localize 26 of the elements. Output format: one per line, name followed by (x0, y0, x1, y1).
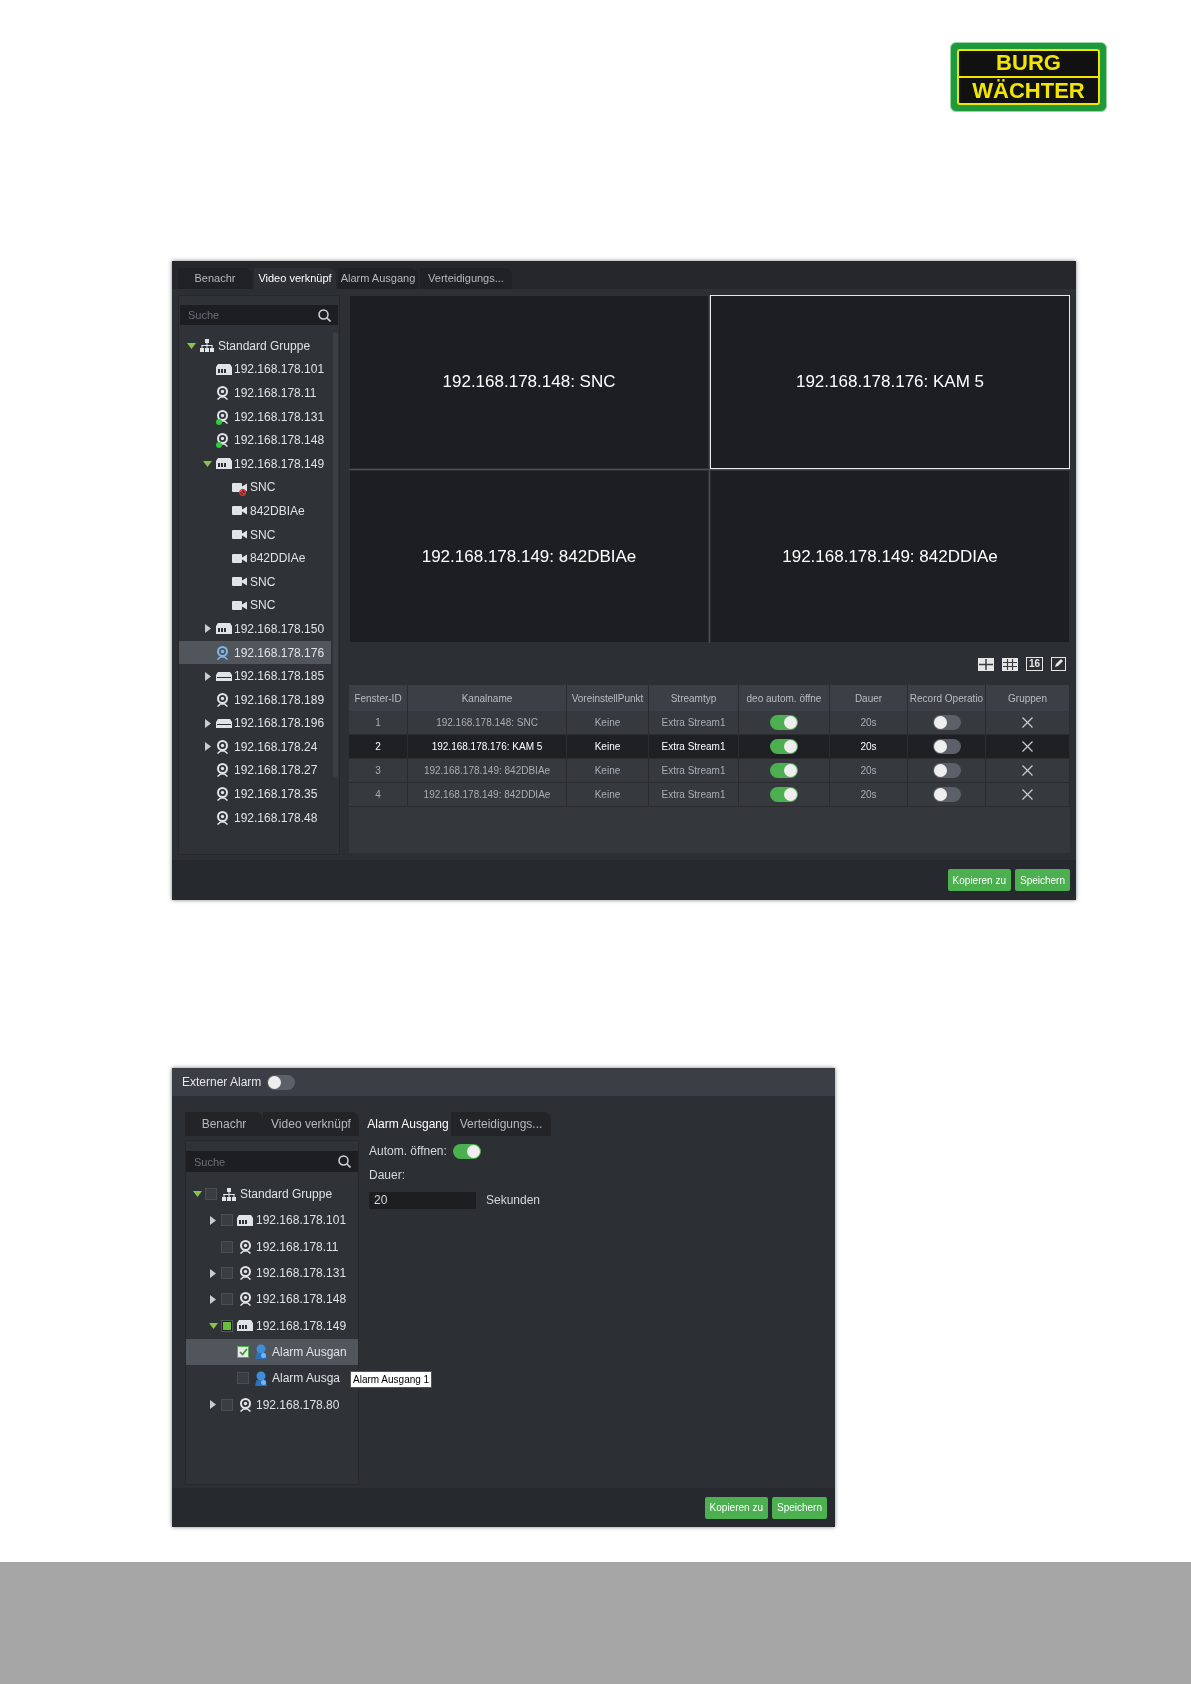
table-cell: 192.168.178.149: 842DDIAe (408, 783, 567, 806)
table-cell: 192.168.178.149: 842DBIAe (408, 759, 567, 782)
table-cell: 2 (349, 735, 408, 758)
unit-label: Sekunden (486, 1192, 541, 1209)
tooltip: Alarm Ausgang 1 (350, 1371, 433, 1388)
table-cell: 192.168.178.148: SNC (408, 711, 567, 734)
table-cell: 1 (349, 711, 408, 734)
table-cell: 4 (349, 783, 408, 806)
table-cell: Extra Stream1 (649, 783, 739, 806)
table-cell: 20s (830, 711, 908, 734)
table-cell: 20s (830, 759, 908, 782)
table-cell: 192.168.178.176: KAM 5 (408, 735, 567, 758)
table-cell: Keine (567, 711, 649, 734)
table-cell: Extra Stream1 (649, 735, 739, 758)
table-cell: Keine (567, 759, 649, 782)
table-cell: 20s (830, 783, 908, 806)
table-cell: Keine (567, 735, 649, 758)
table-cell: 3 (349, 759, 408, 782)
table-cell: Extra Stream1 (649, 711, 739, 734)
table-cell: Extra Stream1 (649, 759, 739, 782)
toggle-label: Externer Alarm (182, 1074, 262, 1091)
field-label: Dauer: (369, 1167, 406, 1184)
field-label: Autom. öffnen: (369, 1143, 447, 1160)
table-cell: Keine (567, 783, 649, 806)
brand-logo: BURG WÄCHTER (950, 42, 1107, 112)
table-cell: 20s (830, 735, 908, 758)
